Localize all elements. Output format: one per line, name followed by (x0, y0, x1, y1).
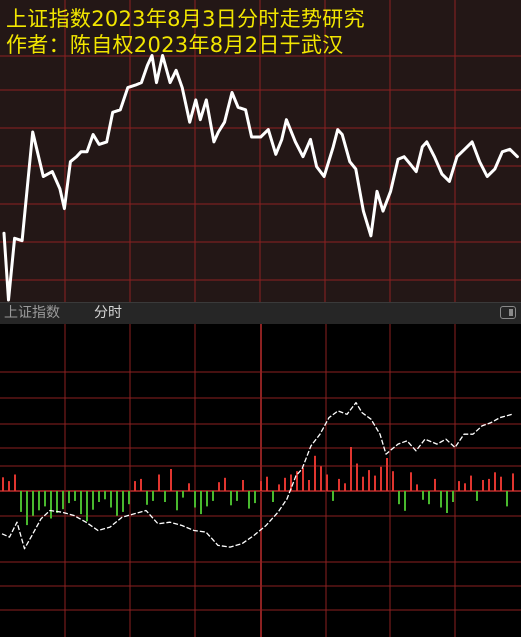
up-bar (326, 474, 328, 491)
up-bar (368, 470, 370, 491)
down-bar (80, 491, 82, 515)
up-bar (308, 480, 310, 491)
down-bar (146, 491, 148, 505)
down-bar (440, 491, 442, 508)
lower-chart-panel (0, 324, 521, 637)
down-bar (26, 491, 28, 526)
up-bar (362, 476, 364, 491)
down-bar (98, 491, 100, 502)
down-bar (32, 491, 34, 516)
up-bar (218, 482, 220, 491)
down-bar (128, 491, 130, 505)
price-line (2, 54, 519, 302)
index-line (1, 401, 513, 550)
up-bar (380, 466, 382, 491)
up-bar (8, 481, 10, 491)
up-bar (470, 475, 472, 491)
down-bar (404, 491, 406, 511)
down-bar (272, 491, 274, 502)
down-bar (446, 491, 448, 513)
down-bar (236, 491, 238, 501)
down-bar (206, 491, 208, 507)
up-bar (338, 478, 340, 491)
up-bar (392, 471, 394, 491)
up-bar (350, 447, 352, 491)
down-bar (254, 491, 256, 504)
up-bar (278, 484, 280, 491)
down-bar (122, 491, 124, 512)
up-bar (458, 481, 460, 491)
down-bar (176, 491, 178, 511)
up-bar (500, 476, 502, 491)
down-bar (476, 491, 478, 501)
down-bar (68, 491, 70, 504)
up-bar (494, 472, 496, 491)
down-bar (230, 491, 232, 506)
intraday-index-chart (0, 324, 521, 637)
up-bar (482, 480, 484, 491)
down-bar (452, 491, 454, 502)
up-bar (410, 472, 412, 491)
up-bar (488, 478, 490, 491)
down-bar (194, 491, 196, 508)
down-bar (428, 491, 430, 505)
up-bar (302, 467, 304, 491)
down-bar (398, 491, 400, 505)
down-bar (56, 491, 58, 513)
author-line: 作者：陈自权2023年8月2日于武汉 (6, 33, 344, 57)
down-bar (50, 491, 52, 519)
down-bar (116, 491, 118, 516)
up-bar (314, 455, 316, 491)
up-bar (260, 481, 262, 491)
upper-chart-panel: 上证指数2023年8月3日分时走势研究 作者：陈自权2023年8月2日于武汉 (0, 0, 521, 302)
up-bar (242, 480, 244, 491)
up-bar (140, 478, 142, 491)
down-bar (44, 491, 46, 507)
down-bar (164, 491, 166, 502)
tab-intraday[interactable]: 分时 (94, 304, 122, 323)
up-bar (374, 475, 376, 491)
down-bar (110, 491, 112, 508)
down-bar (152, 491, 154, 501)
down-bar (20, 491, 22, 512)
window-restore-icon[interactable] (500, 306, 516, 319)
down-bar (38, 491, 40, 511)
up-bar (14, 474, 16, 491)
down-bar (182, 491, 184, 498)
up-bar (2, 477, 4, 492)
down-bar (92, 491, 94, 510)
down-bar (62, 491, 64, 510)
down-bar (104, 491, 106, 500)
index-name-label: 上证指数 (4, 305, 60, 321)
index-label-bar: 上证指数 分时 (0, 302, 521, 324)
up-bar (344, 483, 346, 491)
up-bar (188, 483, 190, 491)
down-bar (248, 491, 250, 509)
up-bar (356, 463, 358, 491)
up-bar (416, 484, 418, 491)
up-bar (284, 477, 286, 491)
down-bar (86, 491, 88, 522)
up-bar (464, 483, 466, 491)
down-bar (422, 491, 424, 500)
up-bar (266, 476, 268, 491)
down-bar (506, 491, 508, 507)
up-bar (512, 473, 514, 491)
up-bar (320, 466, 322, 492)
up-bar (386, 458, 388, 491)
up-bar (224, 477, 226, 491)
up-bar (434, 478, 436, 491)
up-bar (158, 474, 160, 491)
up-bar (170, 469, 172, 491)
down-bar (74, 491, 76, 501)
down-bar (200, 491, 202, 515)
chart-title: 上证指数2023年8月3日分时走势研究 (6, 7, 365, 31)
down-bar (332, 491, 334, 501)
up-bar (134, 481, 136, 491)
down-bar (212, 491, 214, 501)
